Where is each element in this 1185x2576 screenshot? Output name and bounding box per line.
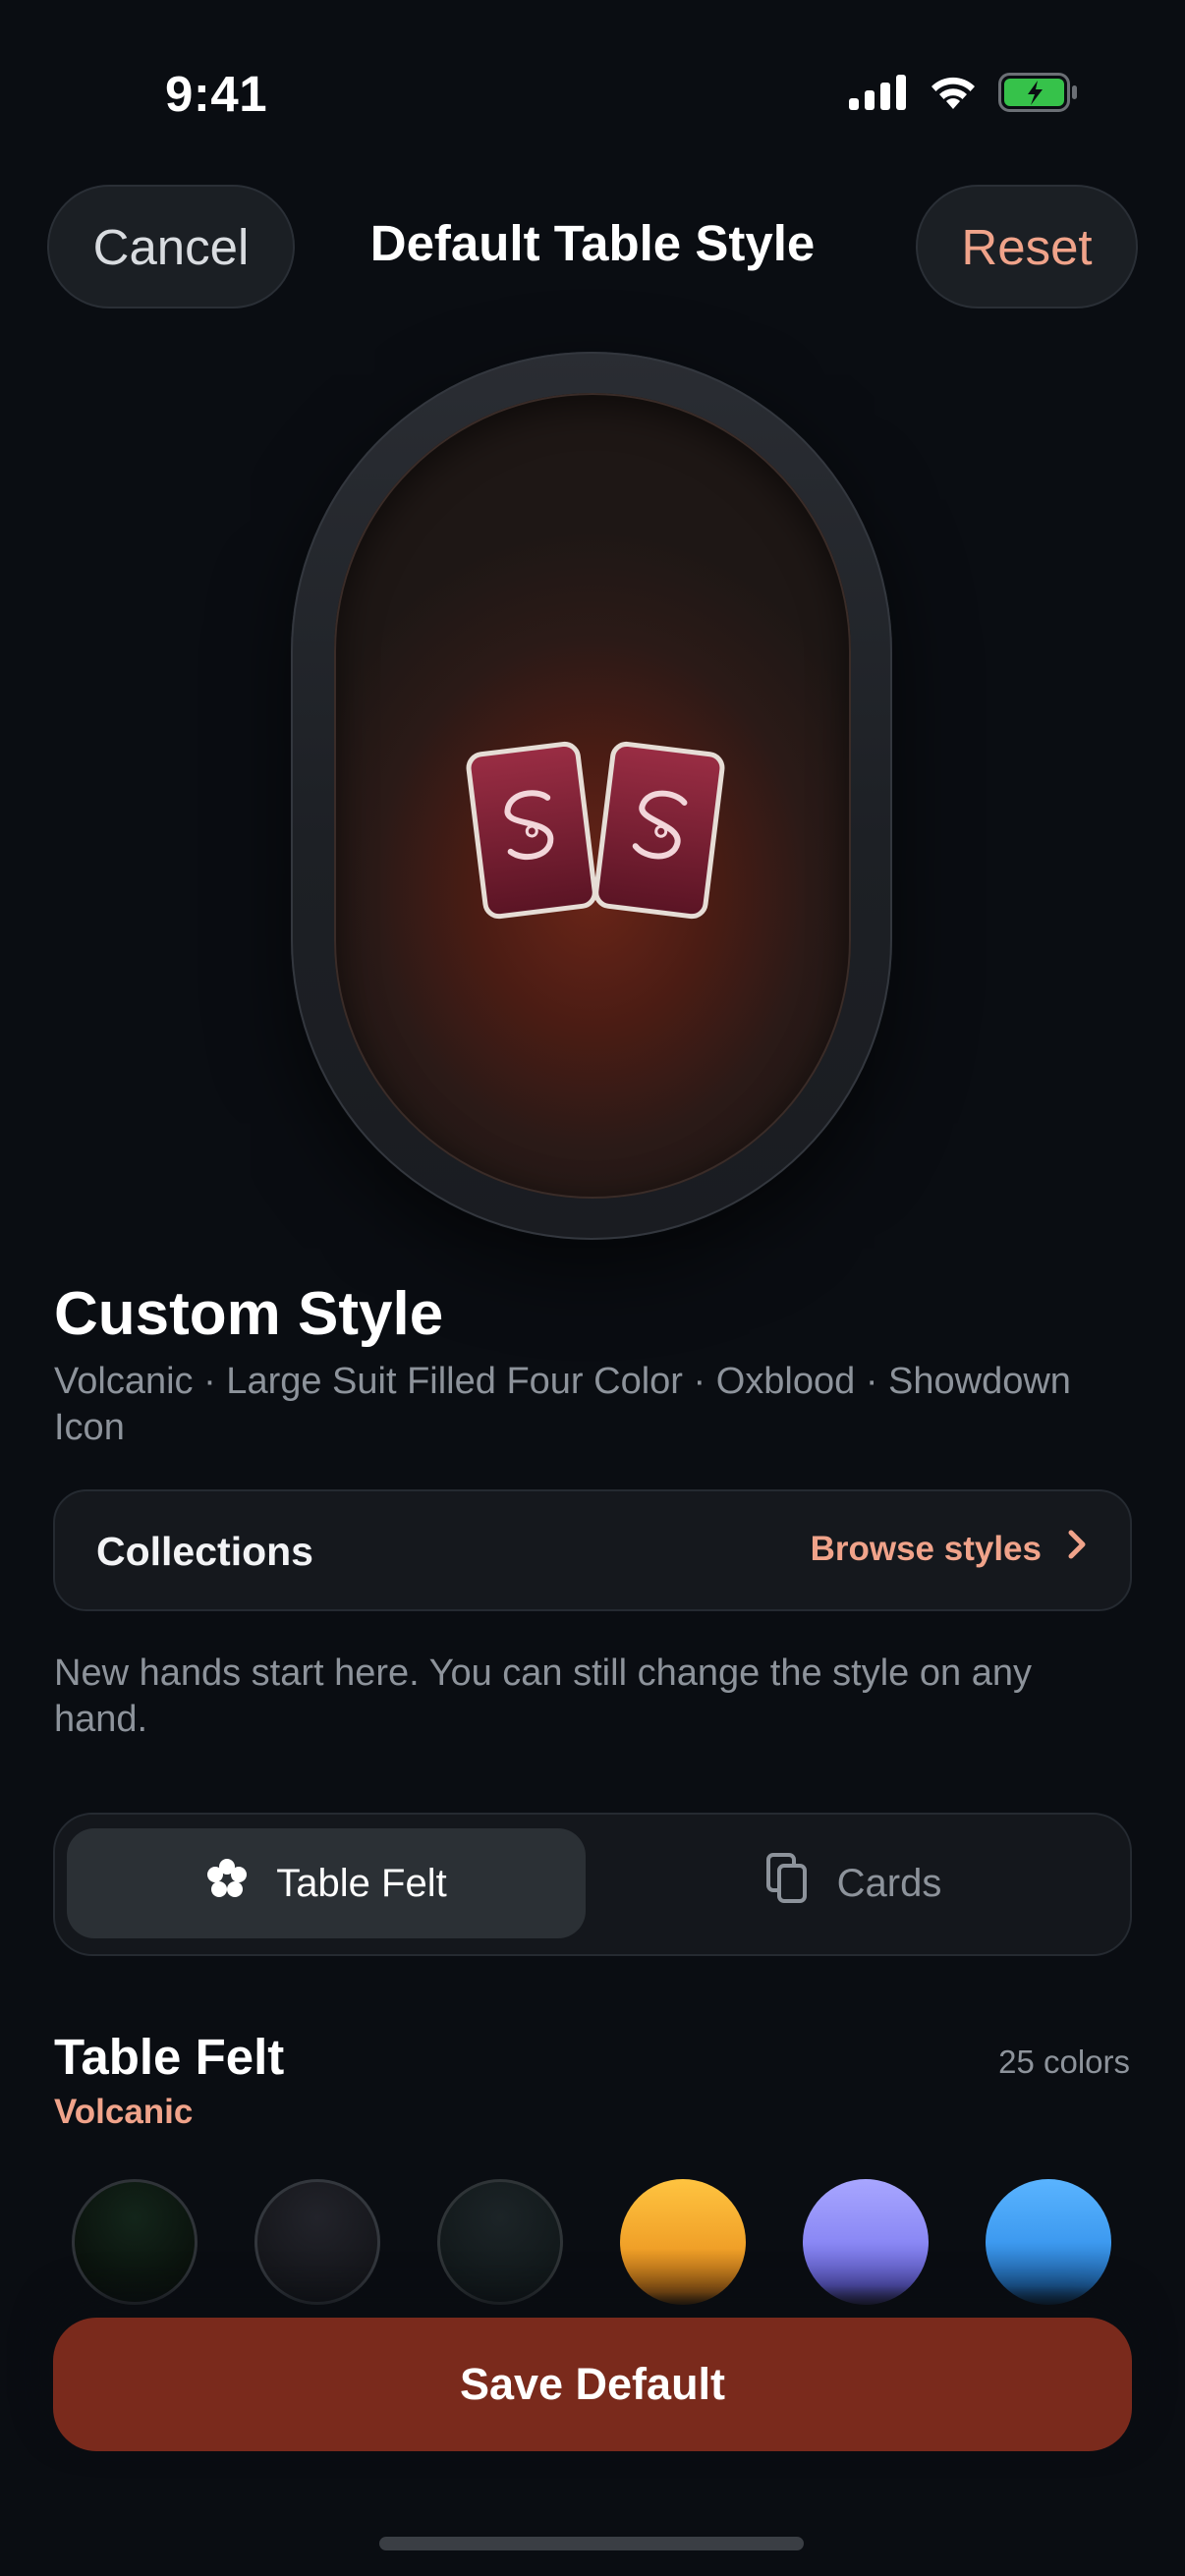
tab-table-felt[interactable]: Table Felt [67, 1828, 586, 1938]
battery-charging-icon [998, 73, 1079, 117]
tab-cards[interactable]: Cards [586, 1828, 1122, 1938]
felt-swatch[interactable] [72, 2179, 198, 2305]
chevron-right-icon [1067, 1529, 1087, 1569]
felt-icon [205, 1857, 249, 1910]
cancel-button[interactable]: Cancel [47, 185, 295, 308]
style-name: Custom Style [54, 1280, 444, 1348]
status-time: 9:41 [165, 66, 268, 122]
card-back-left [466, 741, 597, 920]
status-icons [849, 73, 1079, 117]
helper-text: New hands start here. You can still chan… [54, 1652, 1032, 1740]
browse-styles-link[interactable]: Browse styles [811, 1529, 1087, 1569]
style-segmented-control: Table Felt Cards [53, 1813, 1132, 1956]
cellular-signal-icon [849, 75, 908, 115]
felt-swatch[interactable] [254, 2179, 380, 2305]
style-summary: Volcanic · Large Suit Filled Four Color … [54, 1361, 1071, 1448]
felt-swatch[interactable] [986, 2179, 1111, 2305]
collections-label: Collections [96, 1529, 313, 1574]
collections-row[interactable]: Collections Browse styles [53, 1489, 1132, 1611]
felt-swatch[interactable] [803, 2179, 929, 2305]
selected-felt-name: Volcanic [54, 2093, 194, 2131]
reset-button[interactable]: Reset [916, 185, 1138, 308]
cards-icon [765, 1853, 808, 1914]
felt-color-count: 25 colors [998, 2044, 1130, 2080]
section-title-table-felt: Table Felt [54, 2029, 285, 2085]
save-default-button[interactable]: Save Default [53, 2318, 1132, 2451]
felt-swatch[interactable] [620, 2179, 746, 2305]
preview-cards [462, 739, 727, 935]
page-title: Default Table Style [369, 215, 816, 271]
tab-table-felt-label: Table Felt [276, 1861, 447, 1905]
felt-swatch[interactable] [437, 2179, 563, 2305]
tab-cards-label: Cards [836, 1861, 942, 1905]
wifi-icon [928, 74, 979, 116]
card-back-right [593, 741, 725, 920]
home-indicator[interactable] [379, 2537, 804, 2550]
browse-styles-label: Browse styles [810, 1529, 1042, 1568]
